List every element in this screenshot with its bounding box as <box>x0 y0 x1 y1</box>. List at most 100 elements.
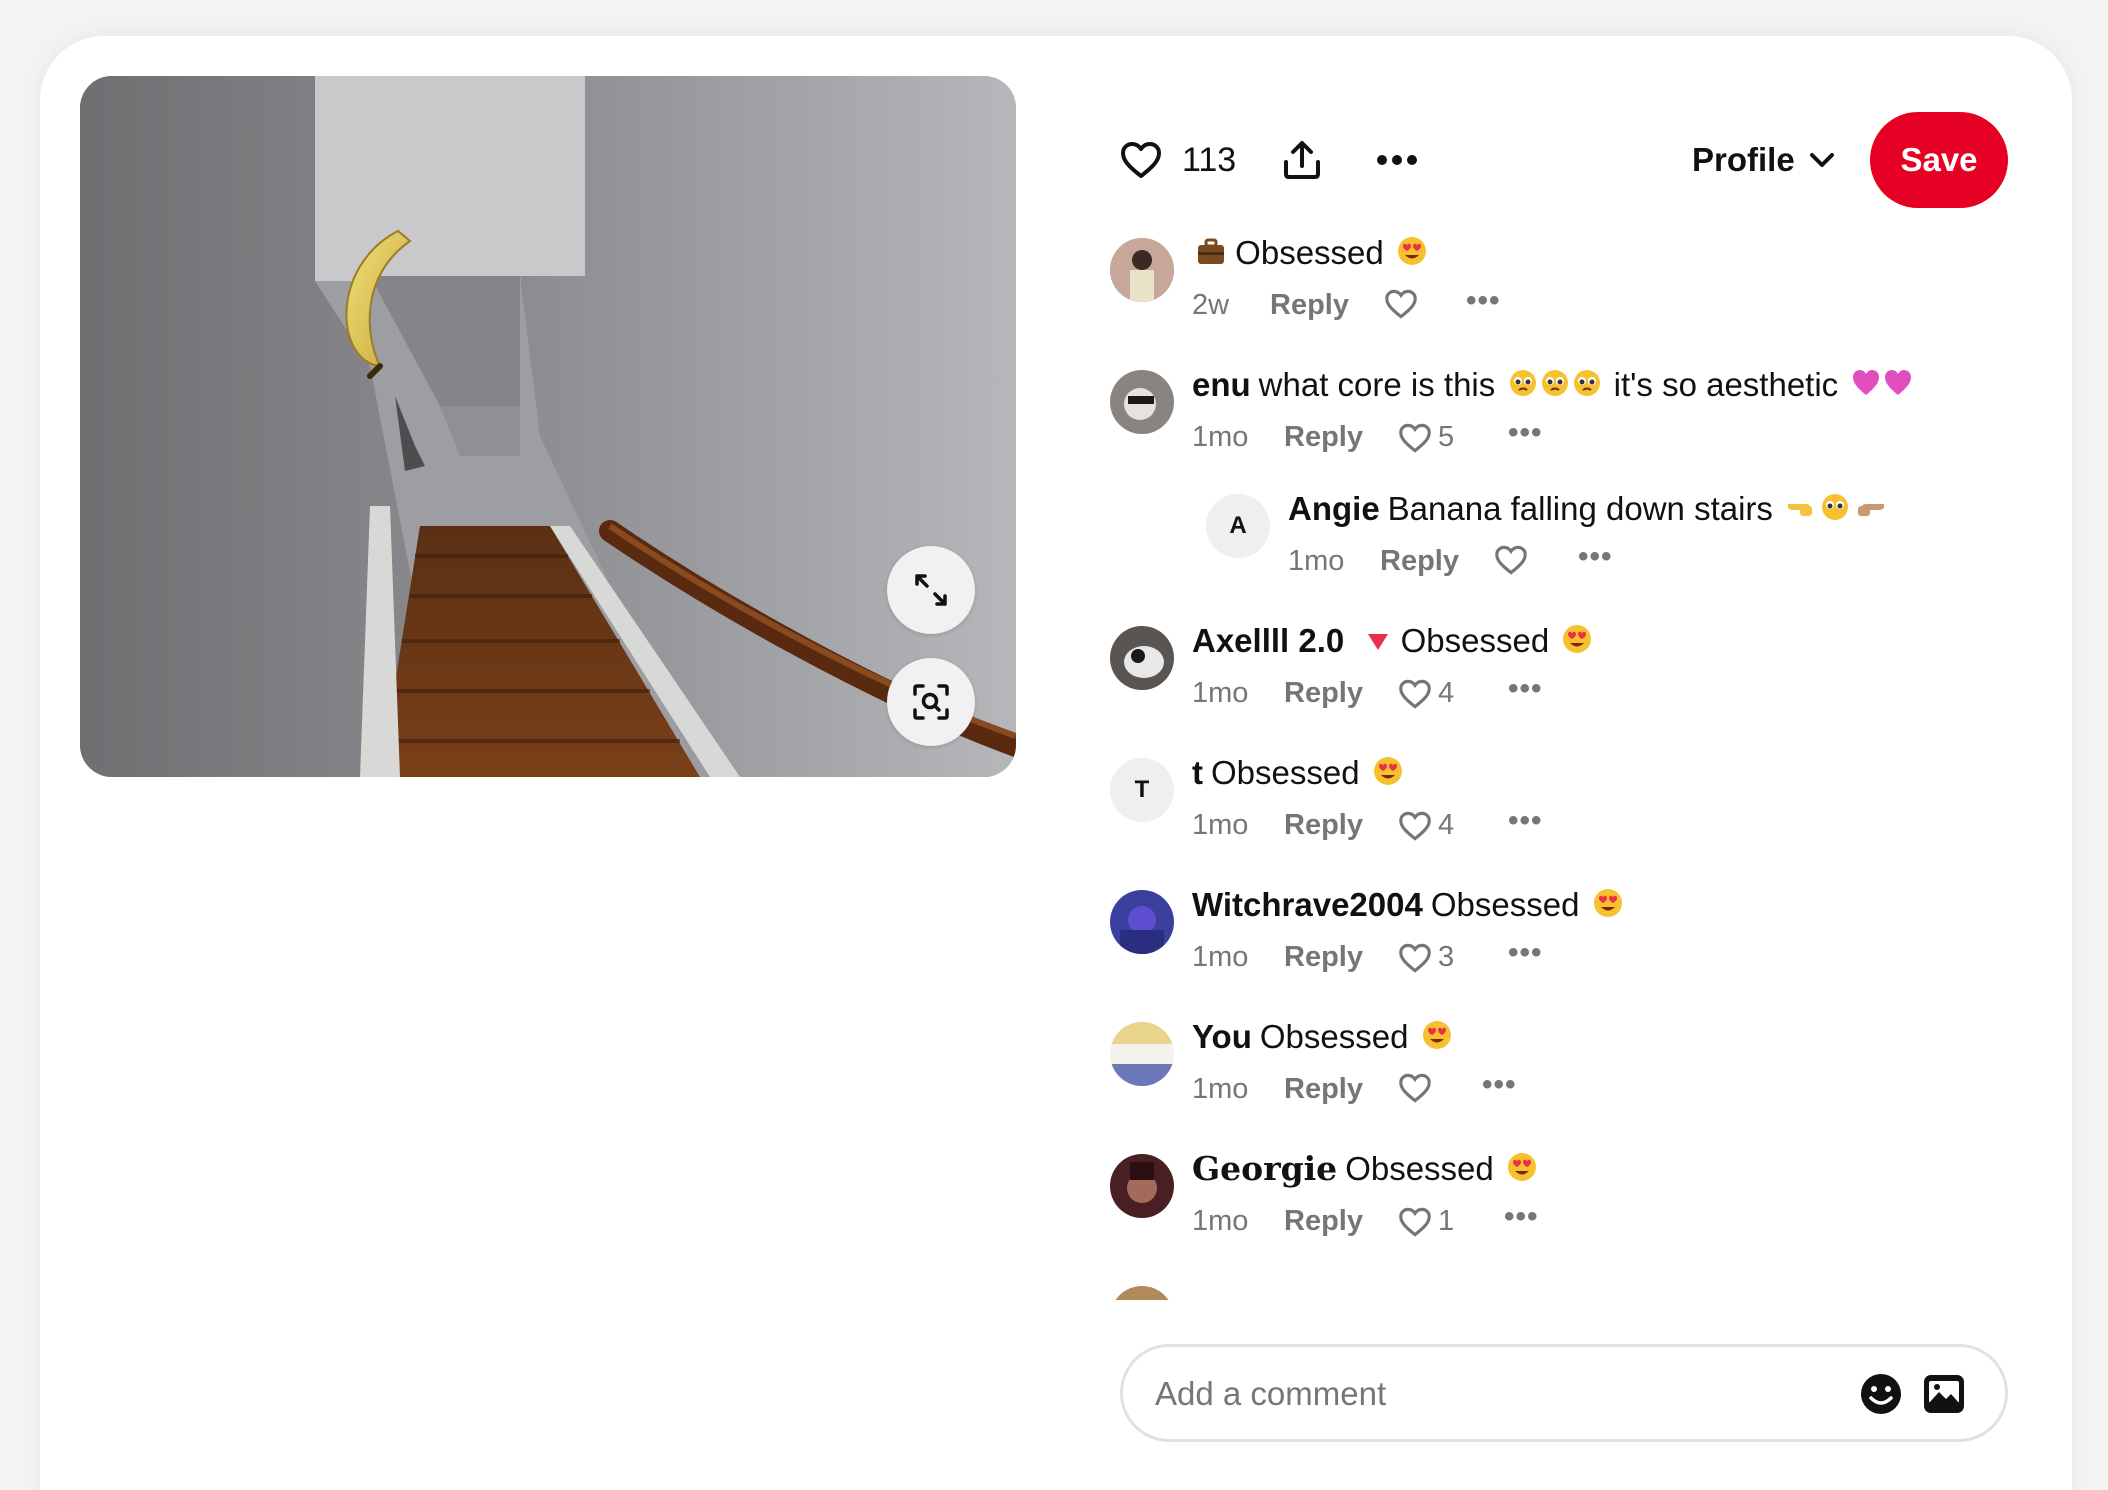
comment-like-count: 1 <box>1438 1205 1455 1238</box>
comment-author[interactable]: Witchrave2004 <box>1192 886 1423 923</box>
comment-item: T t Obsessed 1mo Reply 4 ••• <box>1110 748 2010 858</box>
image-icon <box>1924 1375 1964 1413</box>
comment-item: Axellll 2.0 Obsessed 1mo Reply 4 ••• <box>1110 616 2010 726</box>
comment-text: Obsessed <box>1259 1018 1409 1055</box>
emoji-icon <box>1861 1374 1901 1414</box>
comment-more-button[interactable]: ••• <box>1508 416 1543 450</box>
comment-more-button[interactable]: ••• <box>1466 284 1501 318</box>
comment-author[interactable]: enu <box>1192 366 1251 403</box>
profile-select[interactable]: Profile <box>1692 112 1835 208</box>
comment-more-button[interactable]: ••• <box>1578 540 1613 574</box>
heart-eyes-emoji-icon <box>1507 1146 1537 1196</box>
avatar[interactable]: T <box>1110 758 1174 822</box>
heart-icon <box>1385 290 1417 319</box>
heart-icon <box>1399 811 1431 841</box>
visual-search-icon <box>913 684 949 720</box>
avatar[interactable] <box>1110 1154 1174 1218</box>
comment-more-button[interactable]: ••• <box>1482 1068 1517 1102</box>
comment-item: enuwhat core is this it's so aesthetic <box>1110 360 2010 470</box>
avatar-photo <box>1110 1022 1174 1086</box>
comment-author[interactable]: Axellll 2.0 <box>1192 622 1344 659</box>
heart-icon <box>1399 679 1431 709</box>
comment-time: 1mo <box>1192 1205 1249 1238</box>
comment-like-button[interactable] <box>1384 289 1418 319</box>
comment-like-button[interactable]: 4 <box>1398 809 1454 842</box>
red-triangle-icon <box>1365 618 1391 668</box>
like-count: 113 <box>1182 140 1237 179</box>
heart-icon <box>1399 423 1431 453</box>
comment-like-count: 4 <box>1438 677 1455 710</box>
comment-like-button[interactable]: 4 <box>1398 677 1454 710</box>
pin-image[interactable] <box>80 76 1016 777</box>
comment-time: 1mo <box>1192 809 1249 842</box>
comment-author[interactable]: You <box>1192 1018 1252 1055</box>
comment-like-button[interactable]: 1 <box>1398 1205 1454 1238</box>
comment-author[interactable]: t <box>1192 754 1203 791</box>
visual-search-button[interactable] <box>887 658 975 746</box>
like-button[interactable]: 113 <box>1120 112 1236 208</box>
reply-button[interactable]: Reply <box>1284 1064 1363 1114</box>
add-image-button[interactable] <box>1923 1374 1965 1419</box>
heart-eyes-emoji-icon <box>1397 230 1427 280</box>
sparkling-heart-emoji-icon <box>1851 362 1915 412</box>
reply-button[interactable]: Reply <box>1270 280 1349 330</box>
more-icon <box>1377 155 1417 165</box>
comment-item: Obsessed 2w Reply ••• <box>1110 228 2010 338</box>
pin-photo-stairs <box>80 76 1016 777</box>
pin-action-bar: 113 Profile Save <box>1120 112 2008 208</box>
comment-text: what core is this <box>1258 366 1496 403</box>
comment-more-button[interactable]: ••• <box>1508 936 1543 970</box>
comment-item: Witchrave2004 Obsessed 1mo Reply 3 ••• <box>1110 880 2010 990</box>
avatar-photo <box>1110 626 1174 690</box>
avatar[interactable]: A <box>1206 494 1270 558</box>
comment-text: Obsessed <box>1211 754 1360 791</box>
comments-list: Obsessed 2w Reply ••• enu what core is t… <box>1110 220 2030 1300</box>
expand-button[interactable] <box>887 546 975 634</box>
chevron-down-icon <box>1809 153 1834 167</box>
more-options-button[interactable] <box>1376 112 1418 208</box>
reply-button[interactable]: Reply <box>1284 668 1363 718</box>
comment-time: 1mo <box>1288 545 1345 578</box>
reply-button[interactable]: Reply <box>1380 536 1459 586</box>
comment-more-button[interactable]: ••• <box>1508 672 1543 706</box>
comment-time: 1mo <box>1192 1073 1249 1106</box>
heart-icon <box>1399 1074 1431 1103</box>
comment-input[interactable] <box>1155 1371 1815 1417</box>
comment-like-count: 3 <box>1438 941 1455 974</box>
comment-more-button[interactable]: ••• <box>1508 804 1543 838</box>
emoji-picker-button[interactable] <box>1859 1372 1903 1421</box>
comment-item: You Obsessed 1mo Reply ••• <box>1110 1012 2010 1122</box>
avatar[interactable] <box>1110 626 1174 690</box>
heart-eyes-emoji-icon <box>1593 882 1623 932</box>
comment-like-button[interactable]: 3 <box>1398 941 1454 974</box>
pointing-emoji-icon <box>1786 486 1886 536</box>
share-icon <box>1284 141 1320 179</box>
heart-icon <box>1399 943 1431 973</box>
comment-like-button[interactable] <box>1494 545 1528 575</box>
reply-button[interactable]: Reply <box>1284 412 1363 462</box>
comment-like-count: 5 <box>1438 421 1455 454</box>
heart-icon <box>1495 546 1527 575</box>
reply-button[interactable]: Reply <box>1284 1196 1363 1246</box>
avatar[interactable] <box>1110 1022 1174 1086</box>
comment-like-button[interactable] <box>1398 1073 1432 1103</box>
comment-time: 1mo <box>1192 677 1249 710</box>
avatar[interactable] <box>1110 890 1174 954</box>
comment-author[interactable]: Angie <box>1288 490 1380 527</box>
comment-more-button[interactable]: ••• <box>1504 1200 1539 1234</box>
comment-text: Obsessed <box>1400 622 1550 659</box>
avatar[interactable] <box>1110 1286 1174 1300</box>
comment-author[interactable]: Georgie <box>1192 1149 1337 1188</box>
share-button[interactable] <box>1282 112 1322 208</box>
heart-icon <box>1399 1207 1431 1237</box>
avatar[interactable] <box>1110 370 1174 434</box>
comment-item-partial <box>1110 1276 2010 1300</box>
reply-button[interactable]: Reply <box>1284 932 1363 982</box>
comment-like-button[interactable]: 5 <box>1398 421 1454 454</box>
avatar[interactable] <box>1110 238 1174 302</box>
pleading-face-emoji-icon <box>1508 362 1604 412</box>
reply-button[interactable]: Reply <box>1284 800 1363 850</box>
heart-eyes-emoji-icon <box>1562 618 1592 668</box>
avatar-photo <box>1110 370 1174 434</box>
save-button[interactable]: Save <box>1870 112 2008 208</box>
